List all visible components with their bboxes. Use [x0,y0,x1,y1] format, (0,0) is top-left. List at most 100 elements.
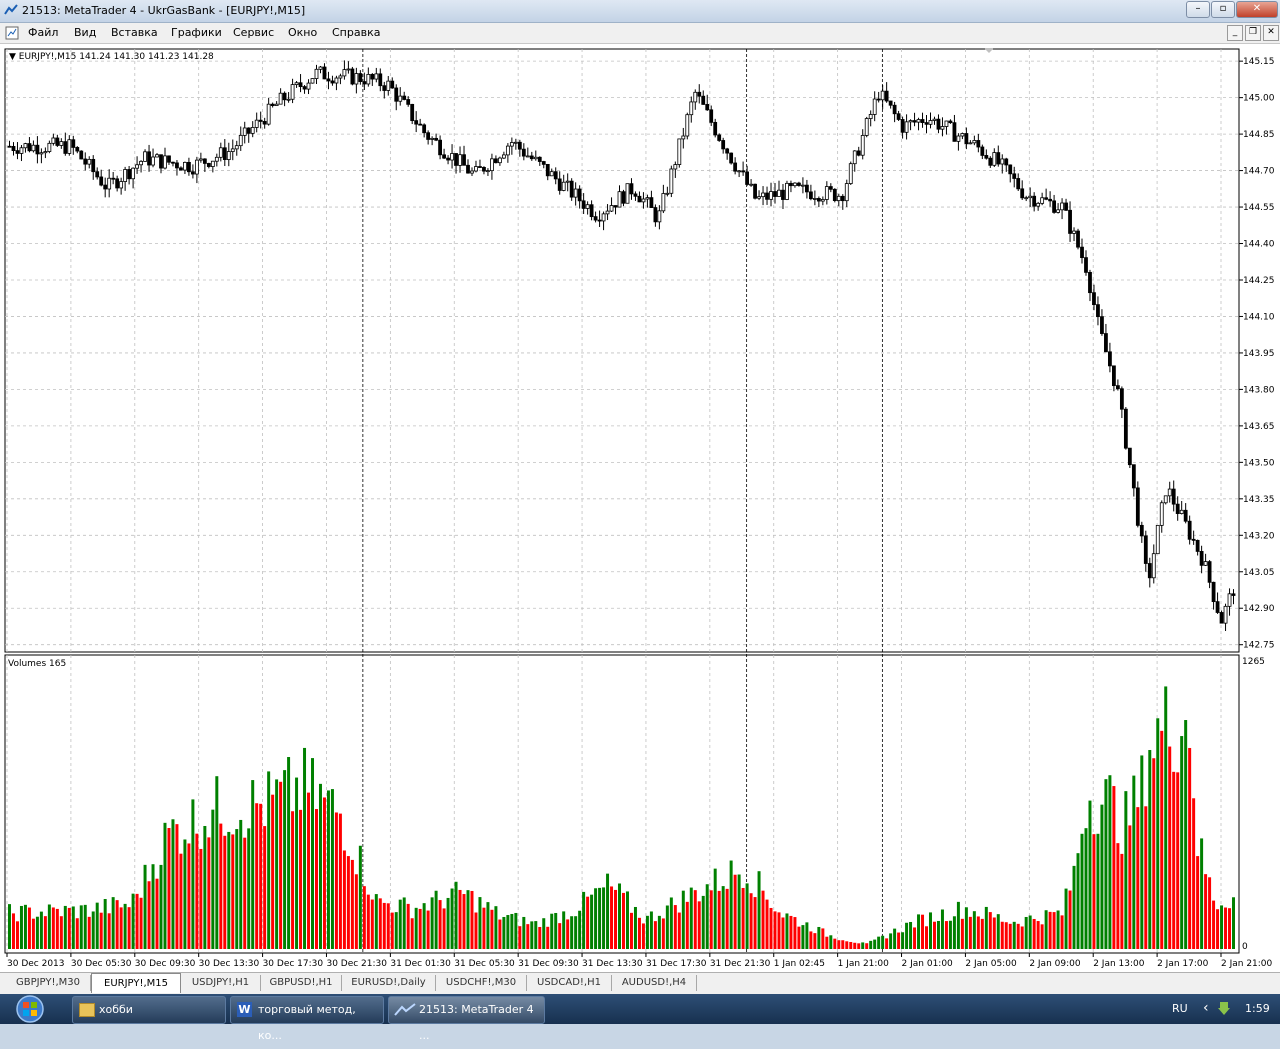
candle-body [246,127,251,134]
menu-tools[interactable]: Сервис [233,26,274,39]
candle-body [7,145,12,148]
volume-bar [1192,798,1196,949]
volume-bar [1100,804,1104,949]
tab-usdjpy-h1[interactable]: USDJPY!,H1 [181,975,261,991]
volume-bar [346,856,350,949]
menu-charts[interactable]: Графики [171,26,222,39]
taskbar-metatrader-button[interactable]: 21513: MetaTrader 4 ... [388,996,545,1042]
volume-bar [199,848,203,949]
volume-bar [123,903,127,949]
volume-bar [813,933,817,949]
chart-window[interactable]: 145.15 145.00 144.85 144.70 144.55 144.40 144.… [0,44,1280,972]
candle-body [19,147,24,154]
candle-body [541,161,546,165]
volume-bar [1112,786,1116,949]
volume-bar [661,918,665,949]
candle-body [940,126,945,130]
candle-body [956,135,961,142]
candle-body [1052,200,1056,213]
network-icon[interactable] [1217,1001,1231,1017]
volume-bar [897,932,901,949]
time-tick-label: 2 Jan 01:00 [902,959,954,969]
metatrader-icon [394,1003,416,1016]
tab-usdchf-m30[interactable]: USDCHF!,M30 [436,975,527,991]
volume-bar [75,918,79,949]
candle-body [617,191,622,208]
candle-body [900,119,905,133]
candle-body [103,184,108,190]
start-button[interactable] [4,994,48,1024]
menu-view[interactable]: Вид [74,26,96,39]
candle-body [896,113,901,120]
mdi-close-button[interactable]: ✕ [1263,25,1279,41]
candle-body [43,151,48,154]
volume-bar [1048,911,1052,949]
volume-bar [299,809,303,949]
menu-window[interactable]: Окно [288,26,317,39]
volume-bar [625,891,629,949]
volume-bar [195,833,199,949]
menu-file[interactable]: Файл [28,26,58,39]
mdi-minimize-button[interactable]: _ [1227,25,1243,41]
candle-body [406,99,411,105]
volume-bar [466,890,470,949]
candle-body [824,186,829,200]
menu-insert[interactable]: Вставка [111,26,158,39]
volume-bar [673,905,677,949]
candle-body [908,120,913,123]
tab-eurjpy-m15[interactable]: EURJPY!,M15 [91,973,181,993]
candle-body [888,100,893,106]
volume-bar [1072,865,1076,949]
time-tick-label: 30 Dec 21:30 [326,959,387,969]
volume-bar [1148,750,1152,949]
volume-bar [219,823,223,949]
taskbar-metatrader-label: 21513: MetaTrader 4 ... [419,1003,534,1042]
price-tick-label: 143.35 [1243,495,1275,505]
tab-gbpusd-h1[interactable]: GBPUSD!,H1 [261,975,342,991]
volume-bar [426,910,430,949]
candle-body [852,150,857,165]
volume-bar [869,940,873,949]
candle-body [1175,503,1180,514]
menu-help[interactable]: Справка [332,26,380,39]
tab-eurusd-daily[interactable]: EURUSD!,Daily [342,975,436,991]
mdi-restore-button[interactable]: ❐ [1245,25,1261,41]
candle-body [1191,538,1196,541]
candle-body [1016,178,1021,190]
candle-body [1024,197,1029,200]
volume-bar [31,918,35,949]
price-chart[interactable]: 145.15 145.00 144.85 144.70 144.55 144.40 144.… [0,44,1280,972]
close-button[interactable]: ✕ [1236,1,1278,18]
volume-bar [538,926,542,949]
time-tick-label: 30 Dec 05:30 [71,959,132,969]
volume-bar [263,826,267,949]
metatrader-icon [4,4,18,15]
clock[interactable]: 1:59 [1245,1002,1270,1015]
tray-expand-icon[interactable]: ‹ [1203,1000,1209,1016]
language-indicator[interactable]: RU [1172,1002,1188,1015]
candle-body [238,134,243,147]
volume-bar [610,886,614,949]
volume-bar [494,906,498,949]
candle-body [386,80,391,91]
candle-body [816,198,821,202]
tab-audusd-h4[interactable]: AUDUSD!,H4 [612,975,697,991]
candle-body [944,120,949,127]
candle-body [450,153,454,161]
maximize-button[interactable]: ▫ [1211,1,1235,18]
candle-body [765,192,769,200]
candle-body [270,103,275,106]
candle-body [426,132,431,140]
taskbar-folder-button[interactable]: хобби [72,996,226,1024]
volume-bar [143,864,147,949]
candle-body [808,191,813,200]
candle-body [641,198,646,203]
candle-body [573,188,578,198]
candle-body [685,114,690,137]
minimize-button[interactable]: – [1186,1,1210,18]
candle-body [466,164,470,174]
taskbar-word-button[interactable]: W торговый метод, ко... [230,996,384,1042]
tab-gbpjpy-m30[interactable]: GBPJPY!,M30 [6,975,91,991]
candle-body [597,219,602,222]
tab-usdcad-h1[interactable]: USDCAD!,H1 [527,975,612,991]
